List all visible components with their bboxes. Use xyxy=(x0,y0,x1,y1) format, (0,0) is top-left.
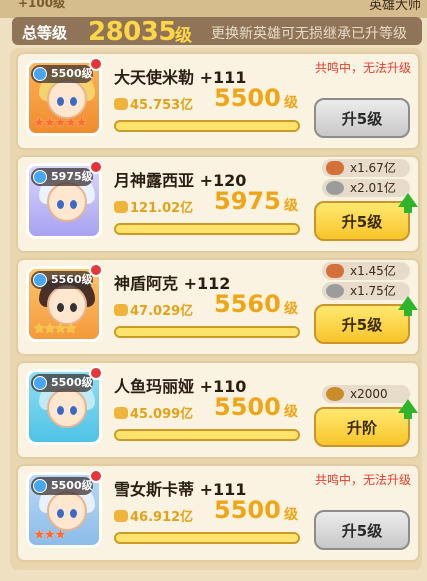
resonance-warning: 共鸣中，无法升级 xyxy=(314,473,411,487)
upgrade-arrow-icon xyxy=(398,296,418,316)
hero-face xyxy=(47,491,87,531)
gem-icon xyxy=(33,376,47,390)
notification-dot xyxy=(89,263,103,277)
hero-level-unit: 级 xyxy=(284,507,298,523)
hero-power: 47.029亿 xyxy=(114,300,193,319)
power-icon xyxy=(114,98,128,110)
eye-right xyxy=(70,406,77,415)
hero-portrait[interactable]: 5500级 ★★★★★ xyxy=(26,60,102,136)
hero-card[interactable]: 5500级 ★★★ 雪女斯卡蒂 +111 46.912亿 5500 级 共鸣中，… xyxy=(16,464,420,562)
hero-portrait[interactable]: 5500级 xyxy=(26,369,102,445)
bottom-strip xyxy=(0,570,427,581)
star-rating: ★★★ xyxy=(33,527,67,543)
notification-dot xyxy=(89,160,103,174)
eye-left xyxy=(57,97,64,106)
disk-icon xyxy=(326,181,344,195)
star-rating: ★★★★★ xyxy=(33,115,88,131)
hero-level: 5500 xyxy=(214,496,281,524)
upgrade-arrow-icon xyxy=(398,399,418,419)
hero-level-unit: 级 xyxy=(284,198,298,214)
upgrade-button[interactable]: 升5级 xyxy=(314,510,410,550)
eye-right xyxy=(70,509,77,518)
total-level-bar: 总等级 28035 级 更换新英雄可无损继承已升等级 xyxy=(12,17,422,47)
hero-card[interactable]: 5500级 人鱼玛丽娅 +110 45.099亿 5500 级 x2000 升阶 xyxy=(16,361,420,459)
advance-button[interactable]: 升阶 xyxy=(314,399,418,447)
eye-right xyxy=(70,303,77,312)
eye-right xyxy=(70,200,77,209)
power-icon xyxy=(114,304,128,316)
hero-level-unit: 级 xyxy=(284,301,298,317)
level-progress-bar xyxy=(114,326,300,338)
disk-icon xyxy=(326,284,344,298)
eye-right xyxy=(70,97,77,106)
eye-left xyxy=(57,200,64,209)
hero-level: 5500 xyxy=(214,393,281,421)
notification-dot xyxy=(89,469,103,483)
hero-face xyxy=(47,79,87,119)
upgrade-arrow-icon xyxy=(398,193,418,213)
level-progress-bar xyxy=(114,429,300,441)
resonance-warning: 共鸣中，无法升级 xyxy=(314,61,411,75)
hero-level: 5500 xyxy=(214,84,281,112)
cost-disk: x1.75亿 xyxy=(322,282,410,300)
cost-disk: x2.01亿 xyxy=(322,179,410,197)
gem-icon xyxy=(33,170,47,184)
level-badge: 5500级 xyxy=(31,477,93,495)
hero-name: 神盾阿克 +112 xyxy=(114,274,231,293)
gem-icon xyxy=(33,273,47,287)
hero-face xyxy=(47,285,87,325)
cost-coin: x2000 xyxy=(322,385,410,403)
top-left-text: +100级 xyxy=(18,0,66,10)
upgrade-button[interactable]: 升5级 xyxy=(314,98,410,138)
level-badge: 5500级 xyxy=(31,65,93,83)
hero-power: 45.753亿 xyxy=(114,94,193,113)
total-level-unit: 级 xyxy=(175,26,192,46)
hero-face xyxy=(47,182,87,222)
power-icon xyxy=(114,510,128,522)
top-strip: +100级 英雄大师 xyxy=(0,0,427,18)
power-icon xyxy=(114,201,128,213)
level-progress-bar xyxy=(114,532,300,544)
hero-level: 5560 xyxy=(214,290,281,318)
hero-power: 45.099亿 xyxy=(114,403,193,422)
hero-portrait[interactable]: 5975级 xyxy=(26,163,102,239)
hero-portrait[interactable]: 5500级 ★★★ xyxy=(26,472,102,548)
hero-power: 121.02亿 xyxy=(114,197,193,216)
level-badge: 5560级 xyxy=(31,271,93,289)
meat-icon xyxy=(326,264,344,278)
star-rating: ★★★★ xyxy=(33,321,77,337)
notification-dot xyxy=(89,57,103,71)
gem-icon xyxy=(33,67,47,81)
eye-left xyxy=(57,509,64,518)
hero-face xyxy=(47,388,87,428)
total-level-label: 总等级 xyxy=(22,24,68,42)
inherit-note: 更换新英雄可无损继承已升等级 xyxy=(211,26,407,42)
meat-icon xyxy=(326,161,344,175)
eye-left xyxy=(57,303,64,312)
hero-level-unit: 级 xyxy=(284,95,298,111)
upgrade-button[interactable]: 升5级 xyxy=(314,193,418,241)
cost-meat: x1.45亿 xyxy=(322,262,410,280)
total-level-value: 28035 xyxy=(88,17,176,47)
power-icon xyxy=(114,407,128,419)
notification-dot xyxy=(89,366,103,380)
hero-card[interactable]: 5500级 ★★★★★ 大天使米勒 +111 45.753亿 5500 级 共鸣… xyxy=(16,52,420,150)
hero-level: 5975 xyxy=(214,187,281,215)
hero-level-unit: 级 xyxy=(284,404,298,420)
hero-card[interactable]: 5975级 月神露西亚 +120 121.02亿 5975 级 x1.67亿 x… xyxy=(16,155,420,253)
gem-icon xyxy=(33,479,47,493)
hero-portrait[interactable]: 5560级 ★★★★ xyxy=(26,266,102,342)
coin-icon xyxy=(326,387,344,401)
level-badge: 5500级 xyxy=(31,374,93,392)
level-progress-bar xyxy=(114,120,300,132)
top-right-title: 英雄大师 xyxy=(368,0,421,13)
hero-card[interactable]: 5560级 ★★★★ 神盾阿克 +112 47.029亿 5560 级 x1.4… xyxy=(16,258,420,356)
hero-power: 46.912亿 xyxy=(114,506,193,525)
upgrade-button[interactable]: 升5级 xyxy=(314,296,418,344)
cost-meat: x1.67亿 xyxy=(322,159,410,177)
level-badge: 5975级 xyxy=(31,168,93,186)
level-progress-bar xyxy=(114,223,300,235)
eye-left xyxy=(57,406,64,415)
